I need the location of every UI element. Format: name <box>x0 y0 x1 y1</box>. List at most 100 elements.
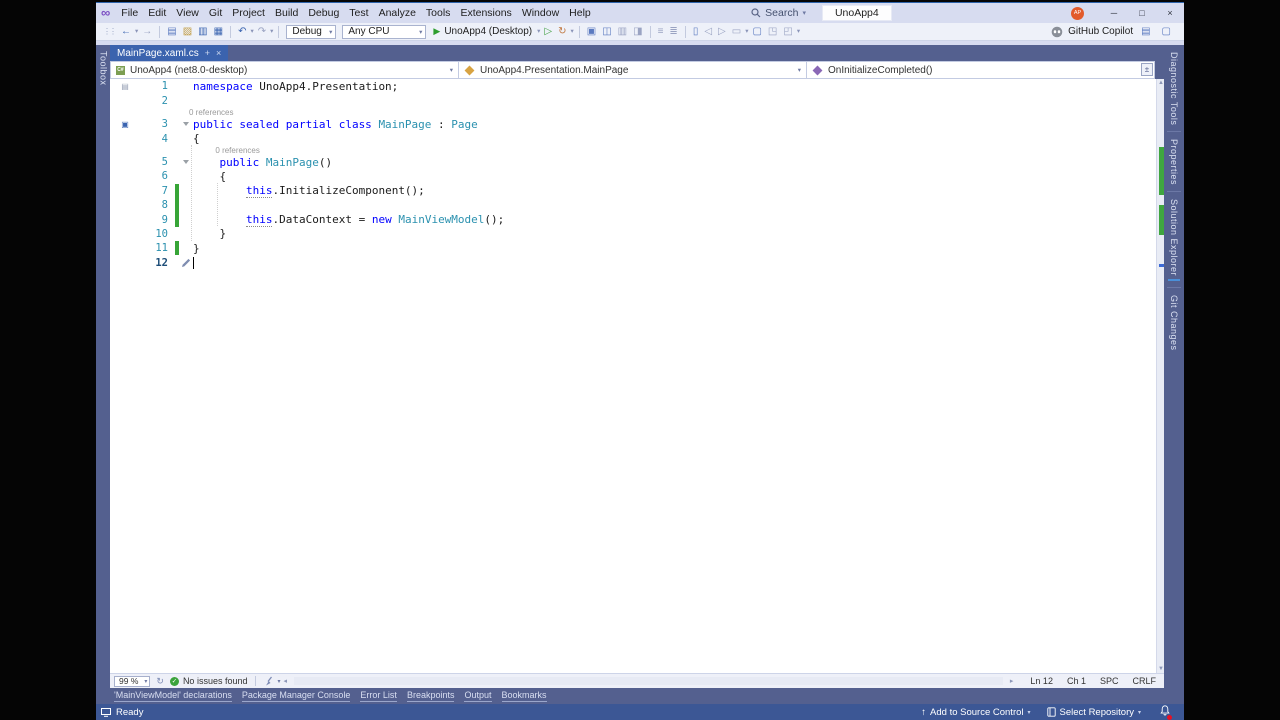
minimize-button[interactable]: ─ <box>1100 4 1128 23</box>
panel-tab-git-changes[interactable]: Git Changes <box>1169 288 1179 357</box>
line-number[interactable]: 6 <box>140 170 168 182</box>
code-text[interactable]: namespace UnoApp4.Presentation; <box>193 80 398 93</box>
line-number[interactable]: 7 <box>140 185 168 197</box>
new-project-icon[interactable]: ▤ <box>164 24 179 40</box>
uncomment-icon[interactable]: ◨ <box>630 24 645 40</box>
account-avatar[interactable]: AP <box>1071 7 1084 20</box>
menu-test[interactable]: Test <box>344 4 373 23</box>
line-number[interactable]: 4 <box>140 133 168 145</box>
hscroll-right-icon[interactable]: ▸ <box>1007 677 1017 685</box>
editor-vertical-scrollbar[interactable]: ▲ ▼ <box>1156 79 1164 673</box>
codelens-references[interactable]: 0 references <box>110 146 1156 155</box>
menu-file[interactable]: File <box>116 4 143 23</box>
hscroll-left-icon[interactable]: ◂ <box>281 677 291 685</box>
code-line[interactable]: ▣3public sealed partial class MainPage :… <box>110 117 1156 131</box>
zoom-level-dropdown[interactable]: 99 % ▾ <box>114 676 150 687</box>
code-text[interactable]: public sealed partial class MainPage : P… <box>193 118 478 131</box>
save-all-icon[interactable]: ▦ <box>211 24 226 40</box>
copilot-chat-icon[interactable]: ▢ <box>1159 24 1174 40</box>
feedback-icon[interactable]: ▤ <box>1138 24 1153 40</box>
terminal-icon[interactable]: ▢ <box>749 24 764 40</box>
fold-collapse-icon[interactable] <box>183 160 189 164</box>
redo-icon[interactable]: ↷ <box>255 24 269 40</box>
notifications-button[interactable] <box>1160 705 1170 719</box>
bottom-tab-bookmarks[interactable]: Bookmarks <box>502 690 547 702</box>
code-line[interactable]: ▤1namespace UnoApp4.Presentation; <box>110 79 1156 93</box>
output-window-icon[interactable]: ◳ <box>765 24 780 40</box>
hot-reload-icon[interactable]: ↻ <box>555 24 569 40</box>
line-number[interactable]: 3 <box>140 118 168 130</box>
code-line[interactable]: 11} <box>110 241 1156 255</box>
outlining-toggle-button[interactable]: ± <box>1141 63 1153 76</box>
code-text[interactable]: { <box>193 132 200 145</box>
code-line[interactable]: 4{ <box>110 131 1156 145</box>
menu-build[interactable]: Build <box>270 4 303 23</box>
fold-margin[interactable] <box>179 258 193 267</box>
code-text[interactable]: this.InitializeComponent(); <box>193 184 425 197</box>
navigate-to-icon[interactable]: ◫ <box>599 24 614 40</box>
toolbar-grip[interactable]: ⋮⋮ <box>100 27 118 36</box>
code-line[interactable]: 5 public MainPage() <box>110 155 1156 169</box>
menu-git[interactable]: Git <box>204 4 227 23</box>
project-dropdown[interactable]: C# UnoApp4 (net8.0-desktop) ▾ <box>110 61 458 79</box>
code-line[interactable]: 7 this.InitializeComponent(); <box>110 184 1156 198</box>
start-debugging-button[interactable]: ▶UnoApp4 (Desktop) <box>429 26 536 37</box>
document-health-icon[interactable]: ↻ <box>156 676 164 687</box>
line-number[interactable]: 12 <box>140 257 168 269</box>
member-dropdown[interactable]: OnInitializeCompleted() ▾ <box>806 61 1155 79</box>
line-number[interactable]: 1 <box>140 80 168 92</box>
hot-reload-caret-icon[interactable]: ▾ <box>570 24 575 40</box>
menu-analyze[interactable]: Analyze <box>374 4 421 23</box>
line-number[interactable]: 10 <box>140 228 168 240</box>
codelens-references[interactable]: 0 references <box>110 108 1156 117</box>
open-file-icon[interactable]: ▨ <box>180 24 195 40</box>
github-copilot-label[interactable]: GitHub Copilot <box>1068 26 1133 37</box>
save-icon[interactable]: ▥ <box>195 24 210 40</box>
code-line[interactable]: 6 { <box>110 169 1156 183</box>
add-to-source-control-button[interactable]: ↑ Add to Source Control ▾ <box>916 707 1035 718</box>
bottom-tab-breakpoints[interactable]: Breakpoints <box>407 690 455 702</box>
outdent-icon[interactable]: ≣ <box>666 24 680 40</box>
search-box[interactable]: Search ▾ <box>745 7 812 19</box>
bottom-tab-package-manager-console[interactable]: Package Manager Console <box>242 690 351 702</box>
line-number[interactable]: 5 <box>140 156 168 168</box>
tab-mainpage-xaml-cs[interactable]: MainPage.xaml.cs + × <box>110 45 228 61</box>
code-line[interactable]: 8 <box>110 198 1156 212</box>
line-number[interactable]: 2 <box>140 95 168 107</box>
fold-collapse-icon[interactable] <box>183 122 189 126</box>
menu-view[interactable]: View <box>171 4 204 23</box>
code-line[interactable]: 12 <box>110 255 1156 269</box>
menu-extensions[interactable]: Extensions <box>455 4 516 23</box>
undo-icon[interactable]: ↶ <box>235 24 249 40</box>
bookmark-icon[interactable]: ▯ <box>690 24 702 40</box>
nav-backward-icon[interactable]: ← <box>118 24 134 40</box>
horizontal-scrollbar[interactable] <box>294 677 1003 685</box>
panel-tab-solution-explorer[interactable]: Solution Explorer <box>1168 192 1180 287</box>
bottom-tab-error-list[interactable]: Error List <box>360 690 397 702</box>
comment-icon[interactable]: ▥ <box>615 24 630 40</box>
code-text[interactable]: } <box>193 242 200 255</box>
nav-forward-icon[interactable]: → <box>139 24 155 40</box>
line-number[interactable]: 8 <box>140 199 168 211</box>
task-list-icon[interactable]: ◰ <box>780 24 795 40</box>
fold-margin[interactable] <box>179 122 193 126</box>
line-number[interactable]: 9 <box>140 214 168 226</box>
find-in-files-icon[interactable]: ▣ <box>584 24 599 40</box>
bottom-tab-output[interactable]: Output <box>464 690 491 702</box>
previous-bookmark-icon[interactable]: ◁ <box>701 24 715 40</box>
background-tasks-icon[interactable] <box>101 708 111 717</box>
code-text[interactable]: public MainPage() <box>193 156 332 169</box>
code-text[interactable] <box>193 256 194 269</box>
redo-caret-icon[interactable]: ▾ <box>269 24 274 40</box>
code-text[interactable]: this.DataContext = new MainViewModel(); <box>193 213 504 226</box>
code-cleanup-icon[interactable] <box>264 676 275 687</box>
github-copilot-icon[interactable] <box>1051 26 1063 38</box>
toolbox-panel-tab[interactable]: Toolbox <box>96 45 110 673</box>
maximize-button[interactable]: □ <box>1128 4 1156 23</box>
start-without-debugging-icon[interactable]: ▷ <box>541 24 555 40</box>
code-text[interactable]: } <box>193 227 226 240</box>
tab-pin-icon[interactable]: + <box>205 48 210 58</box>
next-bookmark-icon[interactable]: ▷ <box>715 24 729 40</box>
menu-debug[interactable]: Debug <box>303 4 344 23</box>
close-button[interactable]: × <box>1156 4 1184 23</box>
